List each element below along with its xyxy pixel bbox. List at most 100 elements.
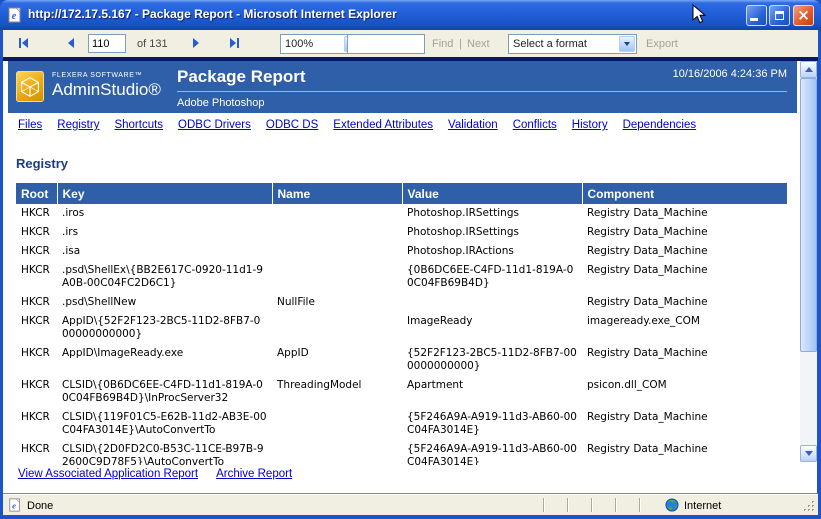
brand-block: FLEXERA SOFTWARE™ AdminStudio® xyxy=(52,72,161,100)
package-name: Adobe Photoshop xyxy=(177,97,264,109)
find-next-separator: | xyxy=(459,38,462,50)
cell-key: CLSID\{119F01C5-E62B-11d2-AB3E-00C04FA30… xyxy=(57,408,272,440)
export-format-select[interactable]: Select a format xyxy=(508,34,637,54)
registry-table: RootKeyNameValueComponent HKCR.irosPhoto… xyxy=(16,183,787,468)
cell-value: Photoshop.IRActions xyxy=(402,242,582,261)
close-button[interactable]: × xyxy=(793,5,814,26)
adminstudio-logo xyxy=(16,71,44,102)
column-header-key: Key xyxy=(57,183,272,204)
nav-link-history[interactable]: History xyxy=(572,119,608,131)
nav-link-extended-attributes[interactable]: Extended Attributes xyxy=(333,119,433,131)
column-header-value: Value xyxy=(402,183,582,204)
nav-link-shortcuts[interactable]: Shortcuts xyxy=(114,119,163,131)
page-count-label: of 131 xyxy=(137,38,168,50)
scroll-up-button[interactable] xyxy=(800,61,817,78)
first-page-button[interactable] xyxy=(14,35,32,51)
report-header-band: FLEXERA SOFTWARE™ AdminStudio® Package R… xyxy=(8,61,797,113)
cell-component: imageready.exe_COM xyxy=(582,312,787,344)
nav-link-dependencies[interactable]: Dependencies xyxy=(623,119,697,131)
ie-page-icon: e xyxy=(7,7,23,23)
column-header-component: Component xyxy=(582,183,787,204)
resize-grip[interactable] xyxy=(803,500,816,513)
security-zone-label: Internet xyxy=(684,500,721,512)
nav-link-validation[interactable]: Validation xyxy=(448,119,498,131)
status-separator xyxy=(615,498,616,512)
nav-link-files[interactable]: Files xyxy=(18,119,42,131)
footer-link-view-associated-application-report[interactable]: View Associated Application Report xyxy=(18,468,198,480)
cell-value: Apartment xyxy=(402,376,582,408)
nav-link-odbc-drivers[interactable]: ODBC Drivers xyxy=(178,119,251,131)
last-page-icon xyxy=(229,37,241,49)
scrollbar-thumb[interactable] xyxy=(800,78,817,352)
find-button[interactable]: Find xyxy=(432,38,453,50)
column-header-root: Root xyxy=(16,183,57,204)
cell-name: AppID xyxy=(272,344,402,376)
next-page-icon xyxy=(190,37,202,49)
cell-root: HKCR xyxy=(16,376,57,408)
cell-root: HKCR xyxy=(16,204,57,223)
window-title: http://172.17.5.167 - Package Report - M… xyxy=(28,7,397,21)
report-title: Package Report xyxy=(177,67,306,87)
previous-page-button[interactable] xyxy=(62,35,80,51)
brand-adminstudio: AdminStudio® xyxy=(52,80,161,100)
table-header-row: RootKeyNameValueComponent xyxy=(16,183,787,204)
status-separator xyxy=(591,498,592,512)
cell-root: HKCR xyxy=(16,440,57,468)
cell-value: {5F246A9A-A919-11d3-AB60-00C04FA3014E} xyxy=(402,408,582,440)
table-row: HKCRAppID\ImageReady.exeAppID{52F2F123-2… xyxy=(16,344,787,376)
cell-name: ThreadingModel xyxy=(272,376,402,408)
cell-key: CLSID\{0B6DC6EE-C4FD-11d1-819A-00C04FB69… xyxy=(57,376,272,408)
status-separator xyxy=(639,498,640,512)
find-input[interactable] xyxy=(347,34,425,54)
cell-key: .psd\ShellEx\{BB2E617C-0920-11d1-9A0B-00… xyxy=(57,261,272,293)
cell-value: {0B6DC6EE-C4FD-11d1-819A-00C04FB69B4D} xyxy=(402,261,582,293)
next-button[interactable]: Next xyxy=(467,38,490,50)
table-row: HKCR.irosPhotoshop.IRSettingsRegistry Da… xyxy=(16,204,787,223)
cell-root: HKCR xyxy=(16,261,57,293)
table-row: HKCR.psd\ShellNewNullFileRegistry Data_M… xyxy=(16,293,787,312)
section-nav: Files Registry Shortcuts ODBC Drivers ODBC D… xyxy=(18,119,696,131)
ie-page-icon: e xyxy=(8,498,22,512)
nav-link-registry[interactable]: Registry xyxy=(57,119,99,131)
cell-component: Registry Data_Machine xyxy=(582,408,787,440)
format-dropdown-button[interactable] xyxy=(619,36,635,52)
scroll-down-button[interactable] xyxy=(800,445,817,462)
cell-key: AppID\{52F2F123-2BC5-11D2-8FB7-000000000… xyxy=(57,312,272,344)
svg-text:e: e xyxy=(12,501,16,511)
next-page-button[interactable] xyxy=(187,35,205,51)
status-bar: e Done Internet xyxy=(3,494,818,515)
cell-root: HKCR xyxy=(16,242,57,261)
export-format-value: Select a format xyxy=(513,38,587,50)
cell-value: Photoshop.IRSettings xyxy=(402,223,582,242)
cell-root: HKCR xyxy=(16,408,57,440)
title-bar[interactable]: e http://172.17.5.167 - Package Report -… xyxy=(0,0,821,30)
chevron-down-icon xyxy=(624,42,630,46)
report-toolbar: of 131 100% Find | Next Select a format … xyxy=(3,30,818,57)
maximize-button[interactable] xyxy=(769,5,790,26)
status-separator xyxy=(567,498,568,512)
maximize-icon xyxy=(775,11,784,20)
page-number-input[interactable] xyxy=(88,34,126,53)
cube-icon xyxy=(19,75,41,99)
vertical-scrollbar[interactable] xyxy=(800,61,817,462)
cell-component: Registry Data_Machine xyxy=(582,261,787,293)
brand-flexera: FLEXERA SOFTWARE™ xyxy=(52,72,161,79)
cell-value xyxy=(402,293,582,312)
footer-link-archive-report[interactable]: Archive Report xyxy=(216,468,292,480)
table-row: HKCRAppID\{52F2F123-2BC5-11D2-8FB7-00000… xyxy=(16,312,787,344)
nav-link-odbc-ds[interactable]: ODBC DS xyxy=(266,119,318,131)
globe-icon xyxy=(665,498,679,512)
nav-link-conflicts[interactable]: Conflicts xyxy=(513,119,557,131)
arrow-down-icon xyxy=(805,451,813,456)
cell-key: .psd\ShellNew xyxy=(57,293,272,312)
section-title: Registry xyxy=(16,156,68,171)
minimize-button[interactable] xyxy=(746,5,767,26)
cell-component: Registry Data_Machine xyxy=(582,223,787,242)
last-page-button[interactable] xyxy=(226,35,244,51)
export-button[interactable]: Export xyxy=(646,38,678,50)
cell-component: Registry Data_Machine xyxy=(582,293,787,312)
cell-component: psicon.dll_COM xyxy=(582,376,787,408)
ie-window: { "window": { "title": "http://172.17.5.… xyxy=(0,0,821,519)
cell-name xyxy=(272,408,402,440)
table-row: HKCR.psd\ShellEx\{BB2E617C-0920-11d1-9A0… xyxy=(16,261,787,293)
